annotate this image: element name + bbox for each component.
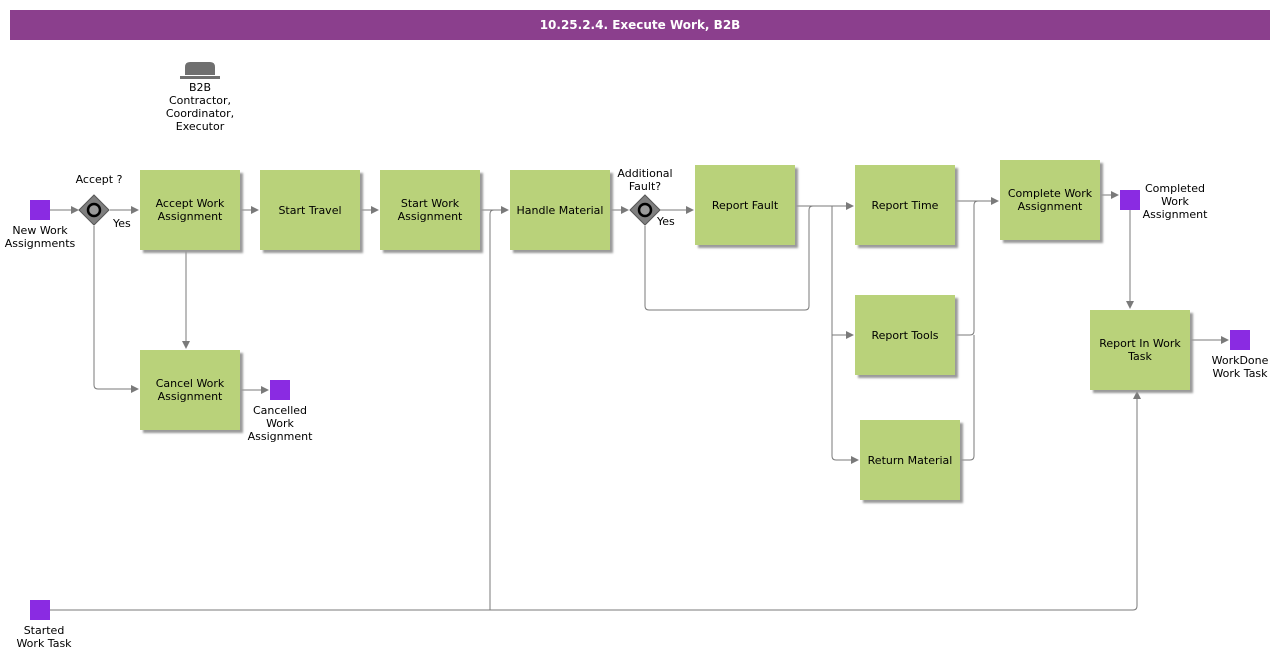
task-report-in-work-task[interactable]: Report In Work Task (1090, 310, 1190, 390)
accept-gateway[interactable] (78, 194, 110, 226)
event-new-work-label: New Work Assignments (4, 224, 76, 250)
event-workdone-work-task[interactable] (1230, 330, 1250, 350)
role-icon (180, 62, 220, 79)
event-started-work-task[interactable] (30, 600, 50, 620)
flow-started-to-handle-material (489, 209, 495, 610)
task-report-time[interactable]: Report Time (855, 165, 955, 245)
flow-split-to-report-tools (831, 206, 854, 339)
event-started-label: Started Work Task (16, 624, 72, 650)
event-cancelled-label: Cancelled Work Assignment (247, 404, 313, 443)
task-cancel-work-assignment[interactable]: Cancel Work Assignment (140, 350, 240, 430)
flow-return-material-to-join (960, 335, 975, 461)
task-complete-work-assignment[interactable]: Complete Work Assignment (1000, 160, 1100, 240)
fault-gateway-label: Additional Fault? (617, 167, 673, 193)
flow-report-tools-to-join (955, 200, 979, 336)
event-workdone-label: WorkDone Work Task (1211, 354, 1269, 380)
accept-yes-label: Yes (113, 217, 131, 230)
task-start-travel[interactable]: Start Travel (260, 170, 360, 250)
accept-gateway-label: Accept ? (75, 173, 123, 186)
task-start-work-assignment[interactable]: Start Work Assignment (380, 170, 480, 250)
flow-gateway-to-cancel (93, 226, 139, 393)
event-completed-work-assignment[interactable] (1120, 190, 1140, 210)
task-handle-material[interactable]: Handle Material (510, 170, 610, 250)
task-return-material[interactable]: Return Material (860, 420, 960, 500)
event-completed-label: Completed Work Assignment (1142, 182, 1208, 221)
task-report-fault[interactable]: Report Fault (695, 165, 795, 245)
fault-yes-label: Yes (657, 215, 675, 228)
event-cancelled-work-assignment[interactable] (270, 380, 290, 400)
task-accept-work-assignment[interactable]: Accept Work Assignment (140, 170, 240, 250)
event-new-work-assignments[interactable] (30, 200, 50, 220)
role-label: B2B Contractor, Coordinator, Executor (165, 81, 235, 133)
task-report-tools[interactable]: Report Tools (855, 295, 955, 375)
